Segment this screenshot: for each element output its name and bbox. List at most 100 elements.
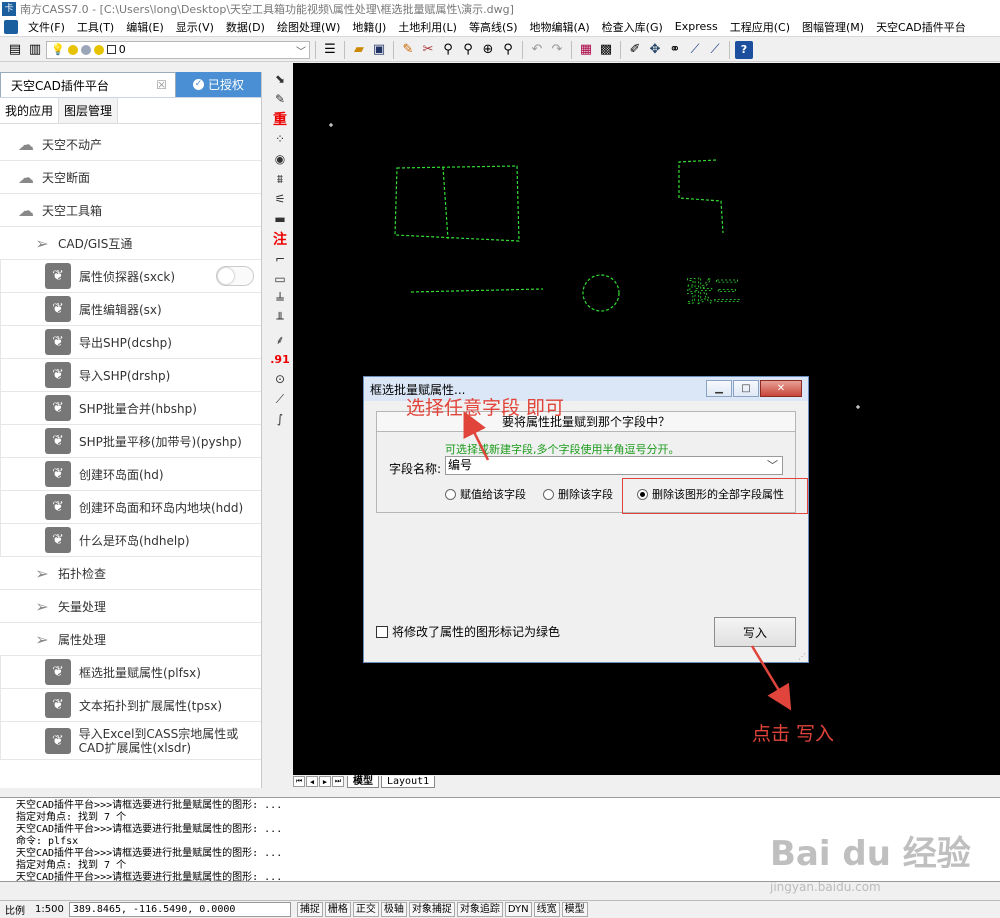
radio-circle[interactable]	[445, 488, 456, 500]
curve-tool-icon[interactable]: ∫	[271, 410, 289, 428]
radio-assign[interactable]: 赋值给该字段	[445, 486, 526, 502]
polyline-icon[interactable]: ⟋	[686, 41, 704, 59]
bridge-tool-icon[interactable]: ╨	[271, 310, 289, 328]
chevron-down-icon[interactable]: ﹀	[767, 457, 778, 474]
menu-file[interactable]: 文件(F)	[22, 19, 71, 35]
line-tool-icon[interactable]: ⟋	[271, 390, 289, 408]
app-group[interactable]: ☁ 天空工具箱	[0, 194, 261, 227]
annotate-button[interactable]: 注	[271, 230, 289, 248]
menu-check-import[interactable]: 检查入库(G)	[596, 19, 669, 35]
app-item[interactable]: ❦ 导出SHP(dcshp)	[0, 326, 261, 359]
ruler-tool-icon[interactable]: ⚟	[271, 190, 289, 208]
mark-green-checkbox[interactable]: 将修改了属性的图形标记为绿色	[376, 623, 560, 640]
menu-landuse[interactable]: 土地利用(L)	[392, 19, 463, 35]
snap-button[interactable]: 捕捉	[296, 902, 323, 917]
menu-engineering[interactable]: 工程应用(C)	[724, 19, 796, 35]
app-item[interactable]: ❦ 文本拓扑到扩展属性(tpsx)	[0, 689, 261, 722]
zoom-realtime-icon[interactable]: ⚲	[439, 41, 457, 59]
lineweight-button[interactable]: 线宽	[533, 902, 560, 917]
radio-delete-field[interactable]: 删除该字段	[543, 486, 613, 502]
app-category[interactable]: ➢ 拓扑检查	[0, 557, 261, 590]
app-item[interactable]: ❦ SHP批量合并(hbshp)	[0, 392, 261, 425]
move-icon[interactable]: ✥	[646, 41, 664, 59]
toggle-switch[interactable]	[216, 266, 254, 286]
stairs-tool-icon[interactable]: ⌐	[271, 250, 289, 268]
field-name-combo[interactable]: 编号 ﹀	[445, 456, 783, 475]
brush-icon[interactable]: ✐	[626, 41, 644, 59]
write-button[interactable]: 写入	[714, 617, 796, 647]
layer-state-icon[interactable]: ▥	[26, 41, 44, 59]
tab-my-apps[interactable]: 我的应用	[0, 98, 59, 123]
pencil-icon[interactable]: ✎	[399, 41, 417, 59]
list-icon[interactable]: ☰	[321, 41, 339, 59]
app-item[interactable]: ❦ 什么是环岛(hdhelp)	[0, 524, 261, 557]
model-button[interactable]: 模型	[561, 902, 588, 917]
layers-icon[interactable]: ▤	[6, 41, 24, 59]
prev-tab-icon[interactable]: ◀	[306, 776, 318, 787]
redo-icon[interactable]: ↷	[548, 41, 566, 59]
dyn-button[interactable]: DYN	[504, 902, 532, 917]
next-tab-icon[interactable]: ▶	[319, 776, 331, 787]
zoom-all-icon[interactable]: ⊕	[479, 41, 497, 59]
app-item[interactable]: ❦ 创建环岛面(hd)	[0, 458, 261, 491]
maximize-button[interactable]: □	[733, 380, 759, 397]
rectangle-tool-icon[interactable]: ▭	[271, 270, 289, 288]
properties-icon[interactable]: ▦	[577, 41, 595, 59]
tab-layer-manager[interactable]: 图层管理	[58, 98, 119, 123]
elevation-point-button[interactable]: .91	[270, 350, 290, 368]
menu-contour[interactable]: 等高线(S)	[463, 19, 524, 35]
circle-tool-icon[interactable]: ⊙	[271, 370, 289, 388]
grid-button[interactable]: 栅格	[324, 902, 351, 917]
app-item[interactable]: ❦ 框选批量赋属性(plfsx)	[0, 656, 261, 689]
close-button[interactable]: ✕	[760, 380, 802, 397]
app-group[interactable]: ☁ 天空断面	[0, 161, 261, 194]
camera-tool-icon[interactable]: ◉	[271, 150, 289, 168]
resize-grip-icon[interactable]: ⋰	[798, 652, 806, 661]
menu-tools[interactable]: 工具(T)	[71, 19, 120, 35]
grid-tool-icon[interactable]: ⁘	[271, 130, 289, 148]
fence-tool-icon[interactable]: ⩩	[271, 170, 289, 188]
app-category[interactable]: ➢ CAD/GIS互通	[0, 227, 261, 260]
close-icon[interactable]: ☒	[156, 78, 167, 92]
minimize-button[interactable]: ▁	[706, 380, 732, 397]
dim-icon[interactable]: ⟋	[706, 41, 724, 59]
menu-plugin-platform[interactable]: 天空CAD插件平台	[870, 19, 972, 35]
app-item[interactable]: ❦ 属性编辑器(sx)	[0, 293, 261, 326]
menu-cadastre[interactable]: 地籍(J)	[346, 19, 392, 35]
radio-circle[interactable]	[543, 488, 554, 500]
menu-feature-edit[interactable]: 地物编辑(A)	[524, 19, 596, 35]
app-category[interactable]: ➢ 矢量处理	[0, 590, 261, 623]
save-icon[interactable]: ▣	[370, 41, 388, 59]
menu-view[interactable]: 显示(V)	[170, 19, 220, 35]
menu-data[interactable]: 数据(D)	[220, 19, 271, 35]
pointer-tool-icon[interactable]: ⬊	[271, 70, 289, 88]
tab-model[interactable]: 模型	[347, 775, 379, 788]
wall-tool-icon[interactable]: ╧	[271, 290, 289, 308]
last-tab-icon[interactable]: ⏭	[332, 776, 344, 787]
layer-select[interactable]: 💡 0 ﹀	[46, 40, 310, 59]
app-item[interactable]: ❦ 导入SHP(drshp)	[0, 359, 261, 392]
menu-express[interactable]: Express	[669, 20, 724, 33]
app-item[interactable]: ❦ 属性侦探器(sxck)	[0, 260, 261, 293]
undo-icon[interactable]: ↶	[528, 41, 546, 59]
app-item[interactable]: ❦ 创建环岛面和环岛内地块(hdd)	[0, 491, 261, 524]
app-item[interactable]: ❦ 导入Excel到CASS宗地属性或CAD扩展属性(xlsdr)	[0, 722, 261, 760]
checkbox-box[interactable]	[376, 625, 388, 638]
redraw-button[interactable]: 重	[271, 110, 289, 128]
open-folder-icon[interactable]: ▰	[350, 41, 368, 59]
polar-button[interactable]: 极轴	[380, 902, 407, 917]
first-tab-icon[interactable]: ⏮	[293, 776, 305, 787]
measure-tool-icon[interactable]: ▬	[271, 210, 289, 228]
calculator-icon[interactable]: ▩	[597, 41, 615, 59]
help-icon[interactable]: ?	[735, 40, 753, 59]
link-icon[interactable]: ⚭	[666, 41, 684, 59]
paint-tool-icon[interactable]: ✎	[271, 90, 289, 108]
panel-tab[interactable]: 天空CAD插件平台 ☒	[0, 72, 176, 97]
zoom-window-icon[interactable]: ⚲	[459, 41, 477, 59]
scale-value[interactable]: 1:500	[30, 904, 69, 915]
osnap-button[interactable]: 对象捕捉	[408, 902, 455, 917]
menu-draw[interactable]: 绘图处理(W)	[271, 19, 346, 35]
menu-sheet[interactable]: 图幅管理(M)	[796, 19, 870, 35]
erase-icon[interactable]: ✂	[419, 41, 437, 59]
menu-edit[interactable]: 编辑(E)	[120, 19, 170, 35]
